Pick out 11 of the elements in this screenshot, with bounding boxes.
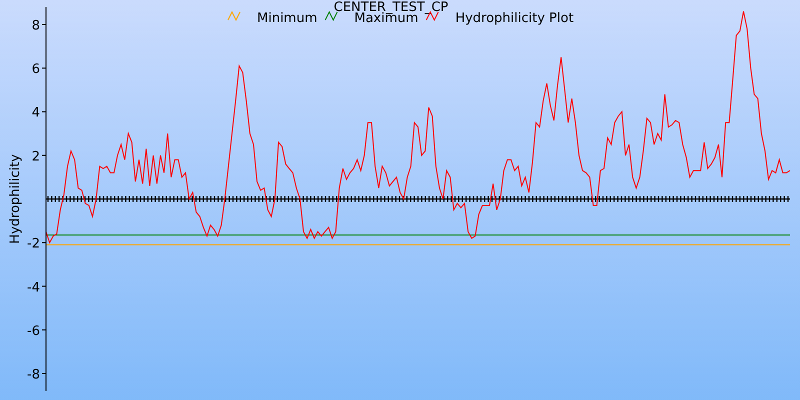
tick-label: 6: [32, 62, 40, 78]
legend-label: Minimum: [257, 11, 318, 26]
tick-label: 8: [32, 18, 40, 34]
legend-label: Hydrophilicity Plot: [455, 11, 574, 26]
tick-label: -6: [27, 324, 40, 339]
tick-label: 4: [32, 106, 40, 121]
tick-label: -8: [27, 368, 40, 383]
tick-label: 2: [32, 149, 40, 164]
axis-title: Hydrophilicity: [8, 154, 23, 244]
tick-label: -4: [27, 280, 40, 296]
tick-label: -2: [27, 236, 40, 252]
